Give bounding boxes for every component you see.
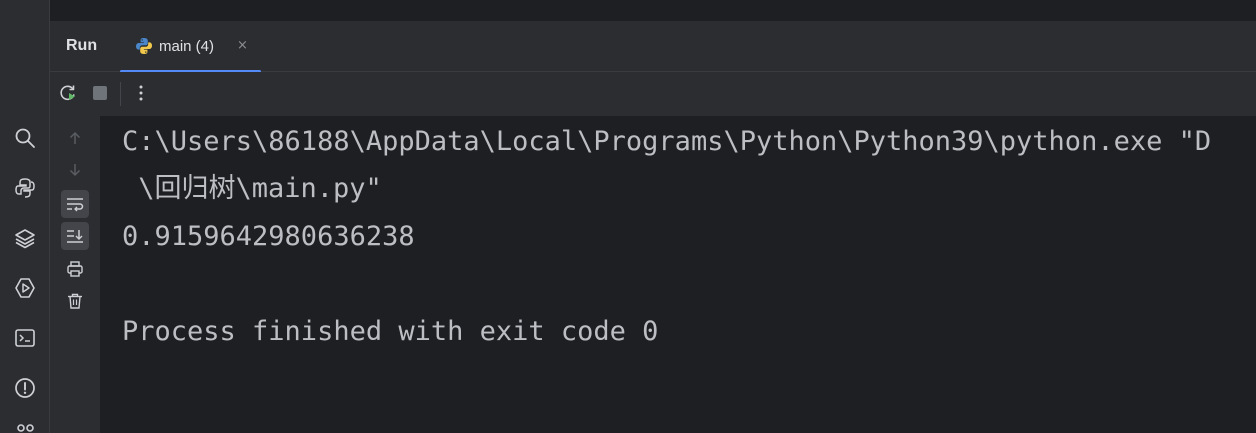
git-icon[interactable]	[13, 420, 37, 433]
close-icon[interactable]: ×	[237, 38, 248, 53]
run-toolbar	[50, 72, 1256, 116]
ide-window: Run main (4) × C:\Users\86188\AppData\Lo…	[0, 0, 1256, 433]
toolbar-separator	[120, 82, 121, 106]
search-icon[interactable]	[13, 126, 37, 150]
console-line-command-cont: \回归树\main.py"	[122, 173, 382, 204]
services-icon[interactable]	[13, 276, 37, 300]
tab-label: main (4)	[159, 38, 215, 55]
console-line-exit: Process finished with exit code 0	[122, 316, 659, 347]
rerun-icon[interactable]	[57, 82, 79, 104]
tool-window-header: Run main (4) ×	[50, 21, 1256, 73]
layers-icon[interactable]	[13, 226, 37, 250]
down-arrow-icon[interactable]	[61, 156, 89, 184]
tab-main[interactable]: main (4) ×	[120, 21, 261, 73]
problems-icon[interactable]	[13, 376, 37, 400]
python-packages-icon[interactable]	[13, 176, 37, 200]
terminal-icon[interactable]	[13, 326, 37, 350]
python-icon	[136, 38, 152, 54]
console-gutter	[50, 116, 100, 433]
left-tool-strip	[0, 0, 50, 433]
print-icon[interactable]	[61, 255, 89, 283]
trash-icon[interactable]	[61, 287, 89, 315]
console-line-result: 0.9159642980636238	[122, 221, 415, 252]
tool-window-title: Run	[66, 37, 98, 54]
soft-wrap-icon[interactable]	[61, 190, 89, 218]
stop-icon[interactable]	[89, 82, 111, 104]
editor-top-band	[50, 0, 1256, 21]
console-line-command: C:\Users\86188\AppData\Local\Programs\Py…	[122, 126, 1212, 157]
up-arrow-icon[interactable]	[61, 124, 89, 152]
more-options-icon[interactable]	[130, 82, 152, 104]
console-output[interactable]: C:\Users\86188\AppData\Local\Programs\Py…	[100, 116, 1256, 433]
scroll-to-end-icon[interactable]	[61, 222, 89, 250]
